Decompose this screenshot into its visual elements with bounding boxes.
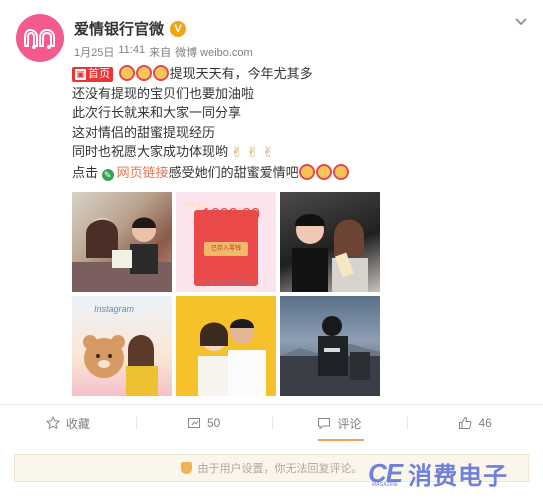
repost-count: 50 bbox=[206, 416, 221, 430]
notice-text: 由于用户设置，你无法回复评论。 bbox=[197, 463, 363, 475]
action-bar: 收藏 50 评论 46 bbox=[0, 405, 543, 441]
post-line-5: 同时也祝愿大家成功体现哟 ✌ ✌ ✌ bbox=[72, 142, 522, 163]
account-name-row: 爱情银行官微 V bbox=[74, 18, 187, 39]
post-line-1-text: 提现天天有，今年尤其多 bbox=[169, 66, 313, 81]
thumbs-up-icon bbox=[459, 416, 472, 429]
face-emoji-icon bbox=[135, 65, 152, 81]
watermark-text: 消费电子 bbox=[408, 463, 509, 490]
favorite-button[interactable]: 收藏 bbox=[0, 405, 136, 441]
red-packet-amount: 1000.00 bbox=[202, 206, 260, 223]
lock-icon bbox=[180, 462, 192, 474]
photo-red-packet[interactable]: 真爱无价 1000.00 已存入零钱 — 乔家宝贝爱情成长 — bbox=[176, 192, 276, 292]
photo-couple-yellow[interactable] bbox=[176, 296, 276, 396]
post-time[interactable]: 11:41 bbox=[118, 44, 145, 60]
red-packet-note: — 乔家宝贝爱情成长 — bbox=[196, 281, 260, 287]
comment-label: 评论 bbox=[337, 416, 362, 431]
post-line-6-suffix: 感受她们的甜蜜爱情吧 bbox=[168, 164, 299, 180]
double-heart-logo-icon bbox=[24, 28, 55, 49]
comment-icon bbox=[318, 418, 331, 430]
repost-button[interactable]: 50 bbox=[135, 405, 272, 441]
chevron-down-icon[interactable] bbox=[513, 14, 529, 30]
comment-tab-indicator bbox=[318, 439, 364, 441]
face-emoji-icon bbox=[298, 163, 315, 180]
home-tag[interactable]: ▣ 首页 bbox=[72, 67, 113, 82]
photo-couple-selfie-art bbox=[292, 214, 368, 292]
watermark-logo: CE MAGAZINE 消费电子 bbox=[368, 456, 508, 491]
red-packet-button: 已存入零钱 bbox=[204, 242, 248, 256]
web-link-label: 网页链接 bbox=[116, 164, 169, 180]
post-line-6-prefix: 点击 bbox=[72, 164, 99, 180]
like-button[interactable]: 46 bbox=[407, 405, 543, 441]
home-tag-label: 首页 bbox=[88, 67, 110, 80]
post-source[interactable]: 微博 weibo.com bbox=[175, 44, 253, 60]
face-emoji-icon bbox=[332, 163, 349, 180]
photo-police-officer-art bbox=[280, 316, 380, 396]
account-avatar[interactable] bbox=[16, 14, 64, 62]
post-line-2: 还没有提现的宝贝们也要加油啦 bbox=[72, 85, 255, 101]
post-text: ▣ 首页 提现天天有，今年尤其多 还没有提现的宝贝们也要加油啦 此次行长就来和大家… bbox=[72, 64, 522, 183]
post-line-3: 此次行长就来和大家一同分享 bbox=[72, 105, 242, 121]
link-icon: ✎ bbox=[101, 168, 114, 181]
praying-hands-icon: ✌ ✌ ✌ bbox=[231, 144, 274, 161]
face-emoji-icon bbox=[315, 163, 332, 180]
comment-button[interactable]: 评论 bbox=[271, 405, 408, 441]
source-prefix: 来自 bbox=[149, 47, 172, 59]
photo-couple-yellow-art bbox=[198, 319, 266, 396]
post-meta: 1月25日 11:41 来自 微博 weibo.com bbox=[74, 44, 253, 60]
weibo-post-card: 爱情银行官微 V 1月25日 11:41 来自 微博 weibo.com ▣ 首页… bbox=[0, 0, 543, 500]
home-tag-icon: ▣ bbox=[75, 69, 86, 80]
face-emoji-icon bbox=[118, 65, 135, 81]
instagram-frame-text: Instagram bbox=[94, 304, 135, 314]
post-line-1: ▣ 首页 提现天天有，今年尤其多 bbox=[72, 64, 522, 84]
favorite-label: 收藏 bbox=[65, 416, 90, 431]
photo-police-officer[interactable] bbox=[280, 296, 380, 396]
photo-couple-cafe[interactable] bbox=[72, 192, 172, 292]
web-link[interactable]: ✎ 网页链接 bbox=[101, 164, 169, 181]
repost-icon bbox=[187, 418, 200, 428]
verified-icon: V bbox=[170, 20, 187, 37]
photo-grid: 真爱无价 1000.00 已存入零钱 — 乔家宝贝爱情成长 — Instagra… bbox=[72, 192, 380, 398]
like-count: 46 bbox=[478, 416, 492, 430]
post-date[interactable]: 1月25日 bbox=[74, 44, 114, 60]
account-name[interactable]: 爱情银行官微 bbox=[74, 18, 164, 39]
post-line-6: 点击 ✎ 网页链接感受她们的甜蜜爱情吧 bbox=[72, 163, 522, 183]
photo-couple-cafe-art bbox=[72, 217, 172, 292]
watermark-sub: MAGAZINE bbox=[372, 482, 399, 488]
post-line-4: 这对情侣的甜蜜提现经历 bbox=[72, 124, 216, 140]
post-line-5-text: 同时也祝愿大家成功体现哟 bbox=[72, 144, 229, 160]
photo-girl-with-bear[interactable]: Instagram bbox=[72, 296, 172, 396]
photo-couple-selfie[interactable] bbox=[280, 192, 380, 292]
face-emoji-icon bbox=[152, 65, 169, 81]
star-icon bbox=[45, 416, 60, 430]
